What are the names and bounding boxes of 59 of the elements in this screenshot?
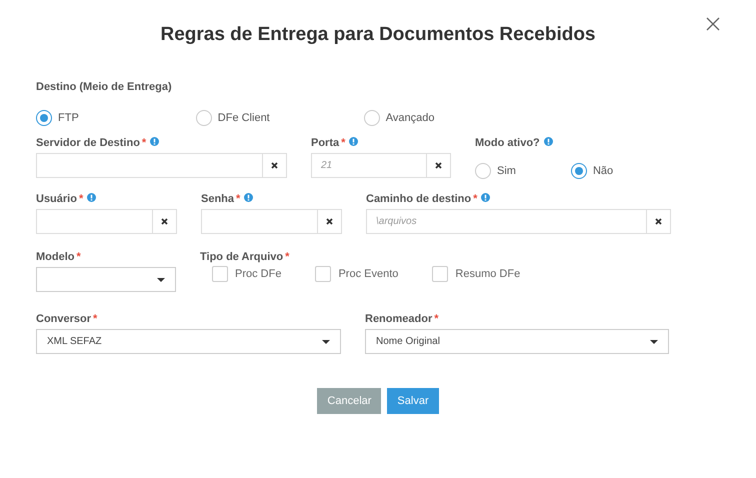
field-label: Modo ativo? bbox=[475, 137, 540, 149]
section-label: Destino (Meio de Entrega) bbox=[36, 81, 172, 93]
field-label: Caminho de destino bbox=[366, 193, 472, 205]
radio-circle[interactable] bbox=[36, 110, 52, 126]
text-input[interactable] bbox=[36, 153, 262, 178]
required-mark: * bbox=[236, 193, 240, 205]
radio-option[interactable]: DFe Client bbox=[196, 104, 270, 132]
checkbox[interactable] bbox=[212, 266, 228, 282]
close-icon bbox=[161, 218, 168, 225]
radio-option[interactable]: Não bbox=[570, 157, 614, 185]
close-icon bbox=[271, 162, 278, 169]
clear-button[interactable] bbox=[317, 209, 342, 234]
caret-icon bbox=[650, 340, 658, 344]
field-label: Senha bbox=[201, 193, 234, 205]
text-input[interactable] bbox=[36, 209, 152, 234]
close-icon bbox=[655, 218, 662, 225]
caret-icon bbox=[322, 340, 330, 344]
close-icon bbox=[435, 162, 442, 169]
checkbox-option[interactable]: Proc DFe bbox=[212, 266, 282, 282]
required-mark: * bbox=[341, 137, 346, 149]
field-label: Tipo de Arquivo bbox=[200, 251, 284, 263]
radio-circle[interactable] bbox=[196, 110, 212, 126]
dropdown[interactable]: Nome Original bbox=[365, 329, 669, 354]
field-label: Conversor bbox=[36, 313, 92, 325]
radio-option[interactable]: FTP bbox=[36, 104, 79, 132]
required-mark: * bbox=[142, 137, 146, 149]
required-mark: * bbox=[434, 313, 439, 325]
required-mark: * bbox=[285, 251, 290, 263]
radio-circle[interactable] bbox=[570, 163, 587, 179]
dropdown[interactable] bbox=[36, 267, 176, 292]
checkbox-option[interactable]: Proc Evento bbox=[315, 266, 398, 282]
checkbox[interactable] bbox=[432, 266, 448, 282]
text-input[interactable]: 21 bbox=[311, 153, 426, 178]
field-label: Renomeador bbox=[365, 313, 432, 325]
field-label: Modelo bbox=[36, 251, 74, 263]
required-mark: * bbox=[473, 193, 478, 205]
clear-button[interactable] bbox=[646, 209, 671, 234]
field-label: Usuário bbox=[36, 193, 77, 205]
checkbox[interactable] bbox=[315, 266, 332, 282]
text-input[interactable]: \arquivos bbox=[366, 209, 646, 234]
checkbox-option[interactable]: Resumo DFe bbox=[432, 266, 520, 282]
required-mark: * bbox=[76, 251, 81, 263]
field-label: Servidor de Destino bbox=[36, 137, 140, 149]
required-mark: * bbox=[93, 313, 98, 325]
dialog-title: Regras de Entrega para Documentos Recebidos bbox=[160, 24, 596, 46]
close-icon bbox=[326, 218, 333, 225]
text-input[interactable] bbox=[201, 209, 317, 234]
required-mark: * bbox=[78, 193, 84, 205]
radio-option[interactable]: Sim bbox=[475, 157, 516, 185]
field-label: Porta bbox=[311, 137, 340, 149]
caret-icon bbox=[157, 278, 165, 282]
radio-option[interactable]: Avançado bbox=[364, 104, 434, 132]
clear-button[interactable] bbox=[262, 153, 287, 178]
close-icon[interactable] bbox=[706, 17, 720, 31]
dropdown[interactable]: XML SEFAZ bbox=[36, 329, 341, 354]
radio-circle[interactable] bbox=[364, 110, 380, 126]
radio-circle[interactable] bbox=[475, 163, 491, 179]
clear-button[interactable] bbox=[426, 153, 451, 178]
clear-button[interactable] bbox=[152, 209, 177, 234]
